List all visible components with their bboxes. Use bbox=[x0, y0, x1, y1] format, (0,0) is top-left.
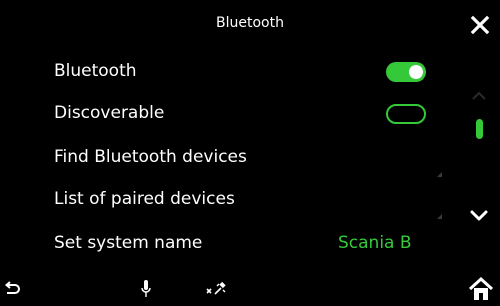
voice-button[interactable] bbox=[139, 278, 153, 300]
microphone-icon bbox=[141, 280, 151, 297]
menu-item-paired-devices[interactable]: List of paired devices bbox=[0, 181, 440, 219]
scrollbar-thumb[interactable] bbox=[476, 119, 483, 139]
discoverable-toggle[interactable] bbox=[386, 104, 426, 124]
back-button[interactable] bbox=[2, 279, 22, 299]
close-icon bbox=[470, 15, 490, 35]
menu-item-label: Discoverable bbox=[54, 103, 165, 123]
menu-item-find-devices[interactable]: Find Bluetooth devices bbox=[0, 139, 440, 177]
page-title: Bluetooth bbox=[216, 15, 284, 31]
bluetooth-toggle[interactable] bbox=[386, 62, 426, 82]
back-icon bbox=[4, 281, 20, 294]
chevron-down-icon bbox=[470, 210, 488, 221]
menu-item-label: Bluetooth bbox=[54, 61, 137, 81]
gps-status-indicator bbox=[205, 279, 229, 299]
close-button[interactable] bbox=[467, 12, 493, 38]
menu-item-label: List of paired devices bbox=[54, 189, 235, 209]
menu-item-bluetooth[interactable]: Bluetooth bbox=[0, 53, 440, 91]
submenu-corner-icon bbox=[437, 172, 442, 177]
submenu-corner-icon bbox=[437, 214, 442, 219]
home-button[interactable] bbox=[467, 276, 495, 302]
system-name-value: Scania B bbox=[338, 233, 412, 253]
home-icon bbox=[468, 276, 494, 300]
scroll-down-button[interactable] bbox=[466, 206, 492, 226]
chevron-up-icon bbox=[472, 91, 486, 100]
menu-item-discoverable[interactable]: Discoverable bbox=[0, 95, 440, 133]
satellite-off-icon bbox=[206, 281, 226, 295]
menu-item-label: Set system name bbox=[54, 233, 203, 253]
toggle-knob bbox=[409, 65, 423, 79]
menu-item-label: Find Bluetooth devices bbox=[54, 147, 247, 167]
scroll-up-button[interactable] bbox=[468, 88, 490, 104]
